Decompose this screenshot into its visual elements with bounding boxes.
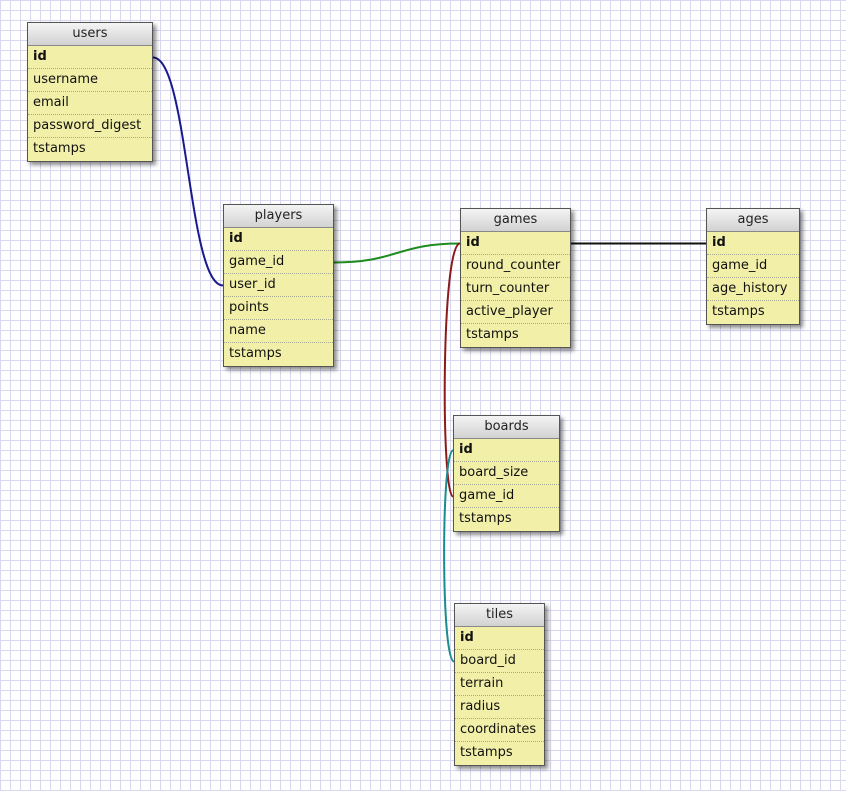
field-games-active-player[interactable]: active_player	[461, 301, 570, 324]
field-players-game-id[interactable]: game_id	[224, 251, 333, 274]
relation-link-users-id-to-players-user_id[interactable]	[152, 56, 224, 287]
schema-canvas: users id username email password_digest …	[0, 0, 846, 791]
field-players-id[interactable]: id	[224, 228, 333, 251]
table-tiles-header[interactable]: tiles	[455, 604, 544, 627]
table-boards[interactable]: boards id board_size game_id tstamps	[453, 415, 560, 532]
table-ages-header[interactable]: ages	[707, 209, 799, 232]
field-ages-game-id[interactable]: game_id	[707, 255, 799, 278]
field-users-email[interactable]: email	[28, 92, 152, 115]
table-boards-header[interactable]: boards	[454, 416, 559, 439]
table-ages[interactable]: ages id game_id age_history tstamps	[706, 208, 800, 325]
field-boards-board-size[interactable]: board_size	[454, 462, 559, 485]
field-games-tstamps[interactable]: tstamps	[461, 324, 570, 347]
field-users-password-digest[interactable]: password_digest	[28, 115, 152, 138]
field-players-points[interactable]: points	[224, 297, 333, 320]
field-tiles-coordinates[interactable]: coordinates	[455, 719, 544, 742]
field-users-tstamps[interactable]: tstamps	[28, 138, 152, 161]
table-players[interactable]: players id game_id user_id points name t…	[223, 204, 334, 367]
field-users-id[interactable]: id	[28, 46, 152, 69]
field-tiles-id[interactable]: id	[455, 627, 544, 650]
field-users-username[interactable]: username	[28, 69, 152, 92]
field-tiles-terrain[interactable]: terrain	[455, 673, 544, 696]
field-ages-tstamps[interactable]: tstamps	[707, 301, 799, 324]
field-tiles-board-id[interactable]: board_id	[455, 650, 544, 673]
field-ages-age-history[interactable]: age_history	[707, 278, 799, 301]
table-users-header[interactable]: users	[28, 23, 152, 46]
field-boards-id[interactable]: id	[454, 439, 559, 462]
field-tiles-radius[interactable]: radius	[455, 696, 544, 719]
field-boards-tstamps[interactable]: tstamps	[454, 508, 559, 531]
field-games-id[interactable]: id	[461, 232, 570, 255]
field-players-name[interactable]: name	[224, 320, 333, 343]
table-tiles[interactable]: tiles id board_id terrain radius coordin…	[454, 603, 545, 766]
field-games-turn-counter[interactable]: turn_counter	[461, 278, 570, 301]
table-games[interactable]: games id round_counter turn_counter acti…	[460, 208, 571, 348]
table-games-header[interactable]: games	[461, 209, 570, 232]
field-ages-id[interactable]: id	[707, 232, 799, 255]
field-games-round-counter[interactable]: round_counter	[461, 255, 570, 278]
table-players-header[interactable]: players	[224, 205, 333, 228]
field-players-tstamps[interactable]: tstamps	[224, 343, 333, 366]
field-players-user-id[interactable]: user_id	[224, 274, 333, 297]
table-users[interactable]: users id username email password_digest …	[27, 22, 153, 162]
field-boards-game-id[interactable]: game_id	[454, 485, 559, 508]
relation-link-players-game_id-to-games-id[interactable]	[333, 242, 461, 264]
field-tiles-tstamps[interactable]: tstamps	[455, 742, 544, 765]
